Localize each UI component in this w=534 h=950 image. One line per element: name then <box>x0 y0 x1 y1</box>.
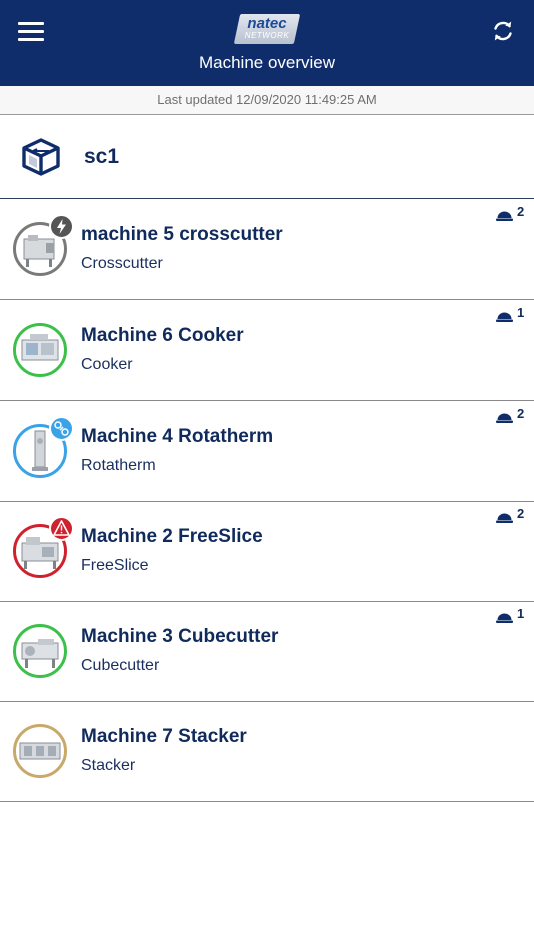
machine-row[interactable]: Machine 7 Stacker Stacker <box>0 701 534 802</box>
page-title: Machine overview <box>198 53 336 72</box>
hamburger-menu-icon[interactable] <box>18 20 44 42</box>
operator-helmet-icon <box>496 413 513 423</box>
lightning-icon <box>49 214 74 239</box>
machine-row[interactable]: Machine 4 Rotatherm Rotatherm 2 <box>0 401 534 502</box>
machine-type: FreeSlice <box>81 557 149 574</box>
machine-thumbnail <box>13 624 67 678</box>
machine-name: Machine 6 Cooker <box>81 325 244 346</box>
machine-thumbnail <box>13 724 67 778</box>
app-header: natec NETWORK Machine overview <box>0 0 534 86</box>
maintenance-icon <box>49 416 74 441</box>
machine-type: Stacker <box>81 757 136 774</box>
operator-count: 1 <box>517 305 525 320</box>
operator-count: 2 <box>517 406 525 421</box>
natec-network-logo: natec NETWORK <box>233 14 301 44</box>
machine-type: Crosscutter <box>81 255 163 272</box>
machine-thumbnail <box>13 323 67 377</box>
warning-icon <box>49 516 74 541</box>
machine-row[interactable]: Machine 2 FreeSlice FreeSlice 2 <box>0 501 534 602</box>
operator-count: 2 <box>517 506 525 521</box>
operator-helmet-icon <box>496 613 513 623</box>
machine-row[interactable]: Machine 3 Cubecutter Cubecutter 1 <box>0 601 534 702</box>
last-updated-text: Last updated 12/09/2020 11:49:25 AM <box>0 86 534 115</box>
operator-count: 2 <box>517 204 525 219</box>
machine-row[interactable]: Machine 6 Cooker Cooker 1 <box>0 300 534 401</box>
machine-name: Machine 7 Stacker <box>81 726 247 747</box>
operator-count: 1 <box>517 606 525 621</box>
machine-type: Cubecutter <box>81 657 160 674</box>
refresh-icon[interactable] <box>490 18 516 44</box>
machine-type: Rotatherm <box>81 457 156 474</box>
site-name: sc1 <box>84 145 120 168</box>
site-header-row[interactable]: sc1 <box>0 115 534 199</box>
machine-name: Machine 3 Cubecutter <box>81 626 279 647</box>
site-cube-icon <box>20 137 62 177</box>
machine-row[interactable]: machine 5 crosscutter Crosscutter 2 <box>0 199 534 300</box>
machine-name: machine 5 crosscutter <box>81 224 283 245</box>
operator-helmet-icon <box>496 312 513 322</box>
machine-name: Machine 4 Rotatherm <box>81 426 274 447</box>
machine-type: Cooker <box>81 356 133 373</box>
operator-helmet-icon <box>496 513 513 523</box>
machine-name: Machine 2 FreeSlice <box>81 526 263 547</box>
operator-helmet-icon <box>496 211 513 221</box>
